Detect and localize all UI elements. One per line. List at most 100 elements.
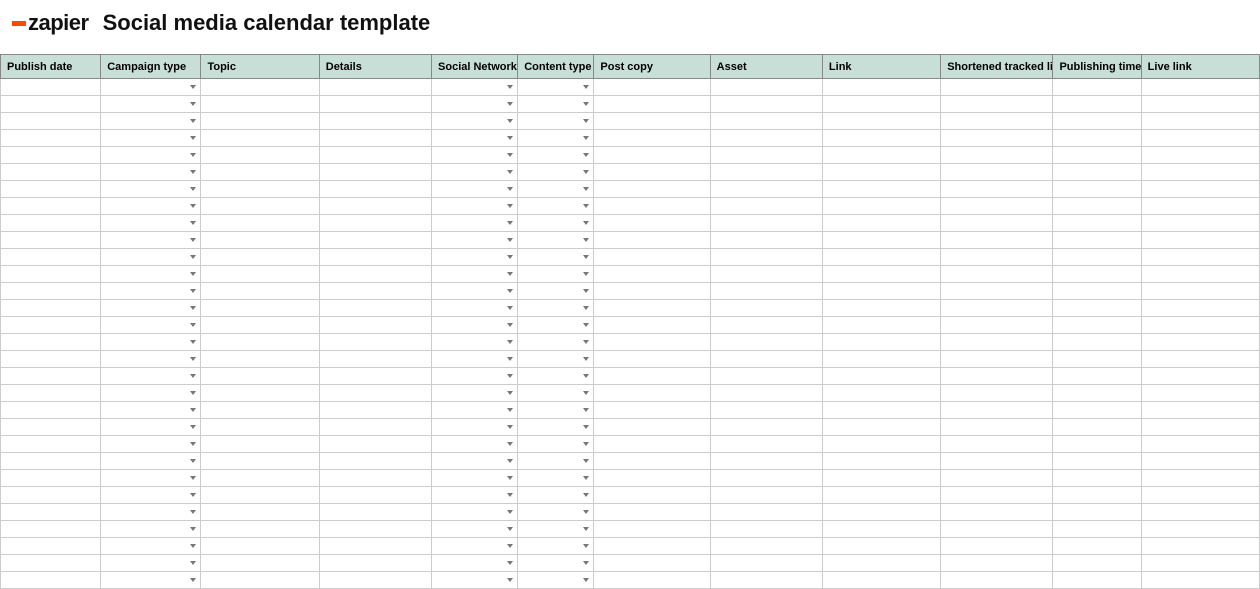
dropdown-cell[interactable] — [432, 555, 518, 572]
cell[interactable] — [594, 96, 710, 113]
cell[interactable] — [319, 181, 431, 198]
cell[interactable] — [594, 436, 710, 453]
dropdown-cell[interactable] — [101, 470, 201, 487]
cell[interactable] — [1053, 487, 1141, 504]
cell[interactable] — [710, 164, 822, 181]
cell[interactable] — [822, 368, 940, 385]
cell[interactable] — [201, 283, 319, 300]
cell[interactable] — [319, 232, 431, 249]
cell[interactable] — [201, 130, 319, 147]
dropdown-cell[interactable] — [101, 572, 201, 589]
dropdown-cell[interactable] — [432, 538, 518, 555]
dropdown-cell[interactable] — [432, 96, 518, 113]
dropdown-cell[interactable] — [101, 487, 201, 504]
cell[interactable] — [822, 113, 940, 130]
cell[interactable] — [1, 470, 101, 487]
cell[interactable] — [201, 555, 319, 572]
cell[interactable] — [822, 487, 940, 504]
cell[interactable] — [1053, 402, 1141, 419]
cell[interactable] — [1, 504, 101, 521]
cell[interactable] — [319, 572, 431, 589]
dropdown-cell[interactable] — [101, 249, 201, 266]
cell[interactable] — [1, 385, 101, 402]
cell[interactable] — [941, 436, 1053, 453]
cell[interactable] — [1141, 334, 1259, 351]
cell[interactable] — [1, 130, 101, 147]
cell[interactable] — [710, 215, 822, 232]
cell[interactable] — [201, 385, 319, 402]
dropdown-cell[interactable] — [518, 181, 594, 198]
cell[interactable] — [319, 385, 431, 402]
dropdown-cell[interactable] — [101, 334, 201, 351]
dropdown-cell[interactable] — [432, 351, 518, 368]
cell[interactable] — [1053, 113, 1141, 130]
dropdown-cell[interactable] — [101, 436, 201, 453]
column-header[interactable]: Topic — [201, 55, 319, 79]
dropdown-cell[interactable] — [101, 147, 201, 164]
dropdown-cell[interactable] — [518, 79, 594, 96]
cell[interactable] — [1, 453, 101, 470]
dropdown-cell[interactable] — [518, 249, 594, 266]
dropdown-cell[interactable] — [518, 215, 594, 232]
cell[interactable] — [941, 249, 1053, 266]
cell[interactable] — [319, 453, 431, 470]
cell[interactable] — [594, 249, 710, 266]
cell[interactable] — [1, 232, 101, 249]
cell[interactable] — [319, 487, 431, 504]
cell[interactable] — [319, 402, 431, 419]
cell[interactable] — [594, 470, 710, 487]
cell[interactable] — [1053, 317, 1141, 334]
dropdown-cell[interactable] — [101, 555, 201, 572]
cell[interactable] — [201, 453, 319, 470]
dropdown-cell[interactable] — [432, 198, 518, 215]
cell[interactable] — [710, 113, 822, 130]
cell[interactable] — [941, 232, 1053, 249]
dropdown-cell[interactable] — [101, 402, 201, 419]
cell[interactable] — [594, 572, 710, 589]
cell[interactable] — [319, 470, 431, 487]
cell[interactable] — [941, 487, 1053, 504]
cell[interactable] — [594, 385, 710, 402]
cell[interactable] — [822, 385, 940, 402]
cell[interactable] — [319, 368, 431, 385]
dropdown-cell[interactable] — [432, 470, 518, 487]
cell[interactable] — [1141, 96, 1259, 113]
dropdown-cell[interactable] — [518, 538, 594, 555]
cell[interactable] — [1, 283, 101, 300]
cell[interactable] — [822, 436, 940, 453]
cell[interactable] — [319, 79, 431, 96]
cell[interactable] — [710, 232, 822, 249]
cell[interactable] — [201, 215, 319, 232]
dropdown-cell[interactable] — [101, 266, 201, 283]
cell[interactable] — [201, 198, 319, 215]
dropdown-cell[interactable] — [518, 368, 594, 385]
cell[interactable] — [1141, 181, 1259, 198]
dropdown-cell[interactable] — [101, 283, 201, 300]
dropdown-cell[interactable] — [101, 419, 201, 436]
cell[interactable] — [710, 249, 822, 266]
cell[interactable] — [594, 164, 710, 181]
cell[interactable] — [1, 521, 101, 538]
cell[interactable] — [1, 300, 101, 317]
dropdown-cell[interactable] — [518, 521, 594, 538]
cell[interactable] — [594, 317, 710, 334]
cell[interactable] — [941, 385, 1053, 402]
cell[interactable] — [1141, 351, 1259, 368]
dropdown-cell[interactable] — [101, 79, 201, 96]
cell[interactable] — [710, 317, 822, 334]
dropdown-cell[interactable] — [101, 181, 201, 198]
dropdown-cell[interactable] — [101, 317, 201, 334]
cell[interactable] — [1053, 130, 1141, 147]
cell[interactable] — [710, 147, 822, 164]
dropdown-cell[interactable] — [518, 385, 594, 402]
dropdown-cell[interactable] — [518, 334, 594, 351]
cell[interactable] — [594, 215, 710, 232]
cell[interactable] — [1, 402, 101, 419]
cell[interactable] — [319, 317, 431, 334]
cell[interactable] — [1, 164, 101, 181]
cell[interactable] — [1141, 249, 1259, 266]
column-header[interactable]: Shortened tracked link — [941, 55, 1053, 79]
column-header[interactable]: Social Network — [432, 55, 518, 79]
cell[interactable] — [1, 368, 101, 385]
dropdown-cell[interactable] — [432, 419, 518, 436]
